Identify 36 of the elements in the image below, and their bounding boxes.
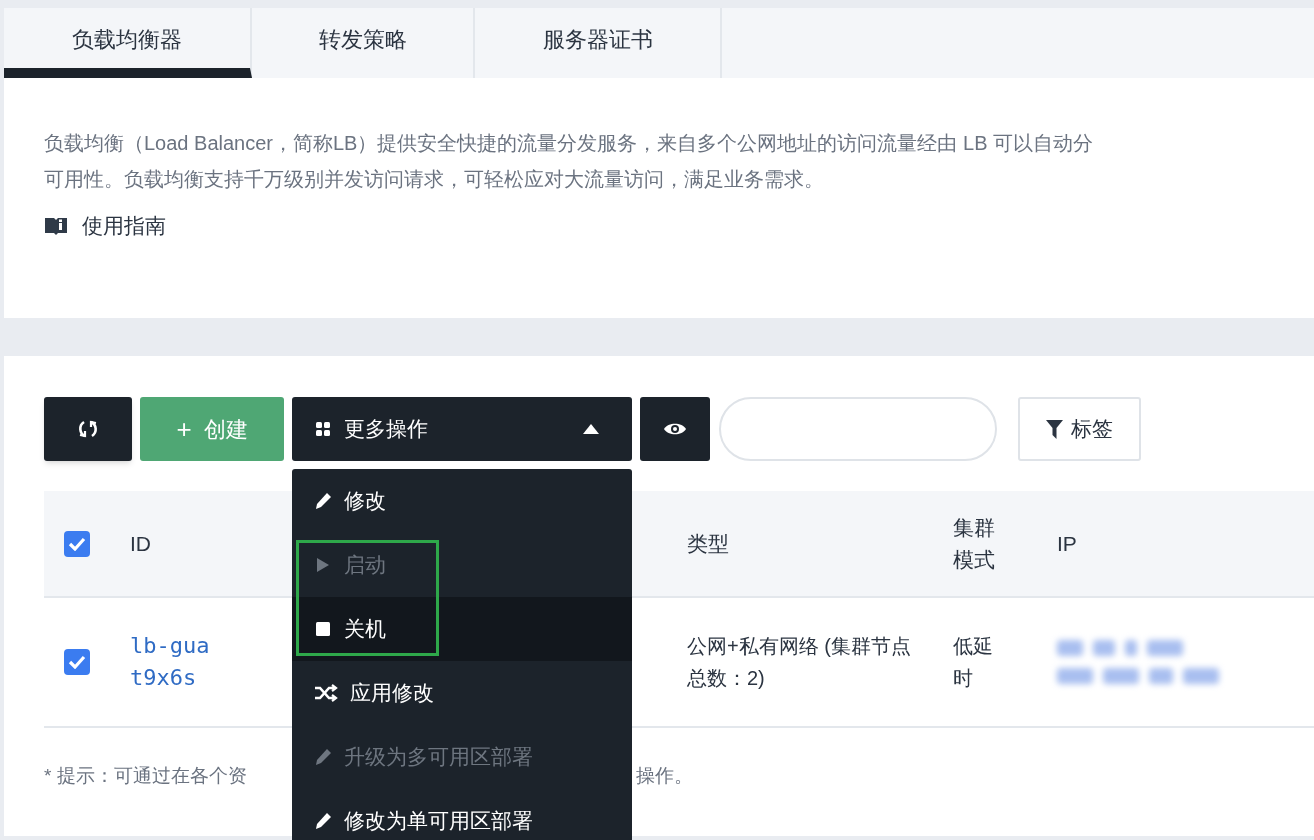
refresh-button[interactable]	[44, 397, 132, 461]
stop-icon	[314, 621, 332, 637]
check-icon	[68, 536, 86, 551]
filter-icon	[1046, 419, 1063, 439]
id-link[interactable]: lb-guat9x6s	[130, 630, 222, 694]
table-cell-text: 低延时	[953, 634, 994, 691]
menu-item[interactable]: 应用修改	[292, 661, 632, 725]
pencil-icon	[314, 492, 332, 510]
checkbox[interactable]	[64, 530, 90, 557]
column-header: 类型	[687, 530, 730, 557]
checkbox[interactable]	[64, 649, 90, 675]
menu-item[interactable]: 修改	[292, 469, 632, 533]
search-field[interactable]	[719, 397, 997, 461]
description-line: 负载均衡（Load Balancer，简称LB）提供安全快捷的流量分发服务，来自多个公网地址的访问流量经由 LB 可以自动分	[44, 131, 1095, 156]
guide-link[interactable]: 使用指南	[44, 210, 166, 242]
view-button[interactable]	[640, 397, 710, 461]
column-header: IP	[1057, 530, 1078, 557]
check-icon	[68, 655, 86, 669]
book-icon	[44, 215, 68, 236]
pencil-icon	[314, 748, 332, 766]
more-actions-button[interactable]: 更多操作	[292, 397, 632, 461]
hint-text: * 提示：可通过在各个资	[44, 764, 248, 788]
description-line: 可用性。负载均衡支持千万级别并发访问请求，可轻松应对大流量访问，满足业务需求。	[44, 167, 825, 192]
pencil-icon	[314, 812, 332, 830]
column-header: 集群模式	[953, 514, 996, 573]
refresh-icon	[77, 418, 99, 440]
eye-icon	[663, 421, 687, 437]
grid-icon	[316, 422, 330, 436]
menu-item[interactable]: 修改为单可用区部署	[292, 789, 632, 840]
caret-icon	[582, 423, 600, 435]
tag-filter-button[interactable]: 标签	[1018, 397, 1141, 461]
hint-text: 操作。	[636, 764, 693, 788]
shuffle-icon	[314, 684, 338, 702]
column-header: ID	[130, 530, 152, 557]
table-cell-text: 公网+私有网络 (集群节点总数：2)	[687, 634, 912, 691]
menu-item[interactable]: 关机	[292, 597, 632, 661]
